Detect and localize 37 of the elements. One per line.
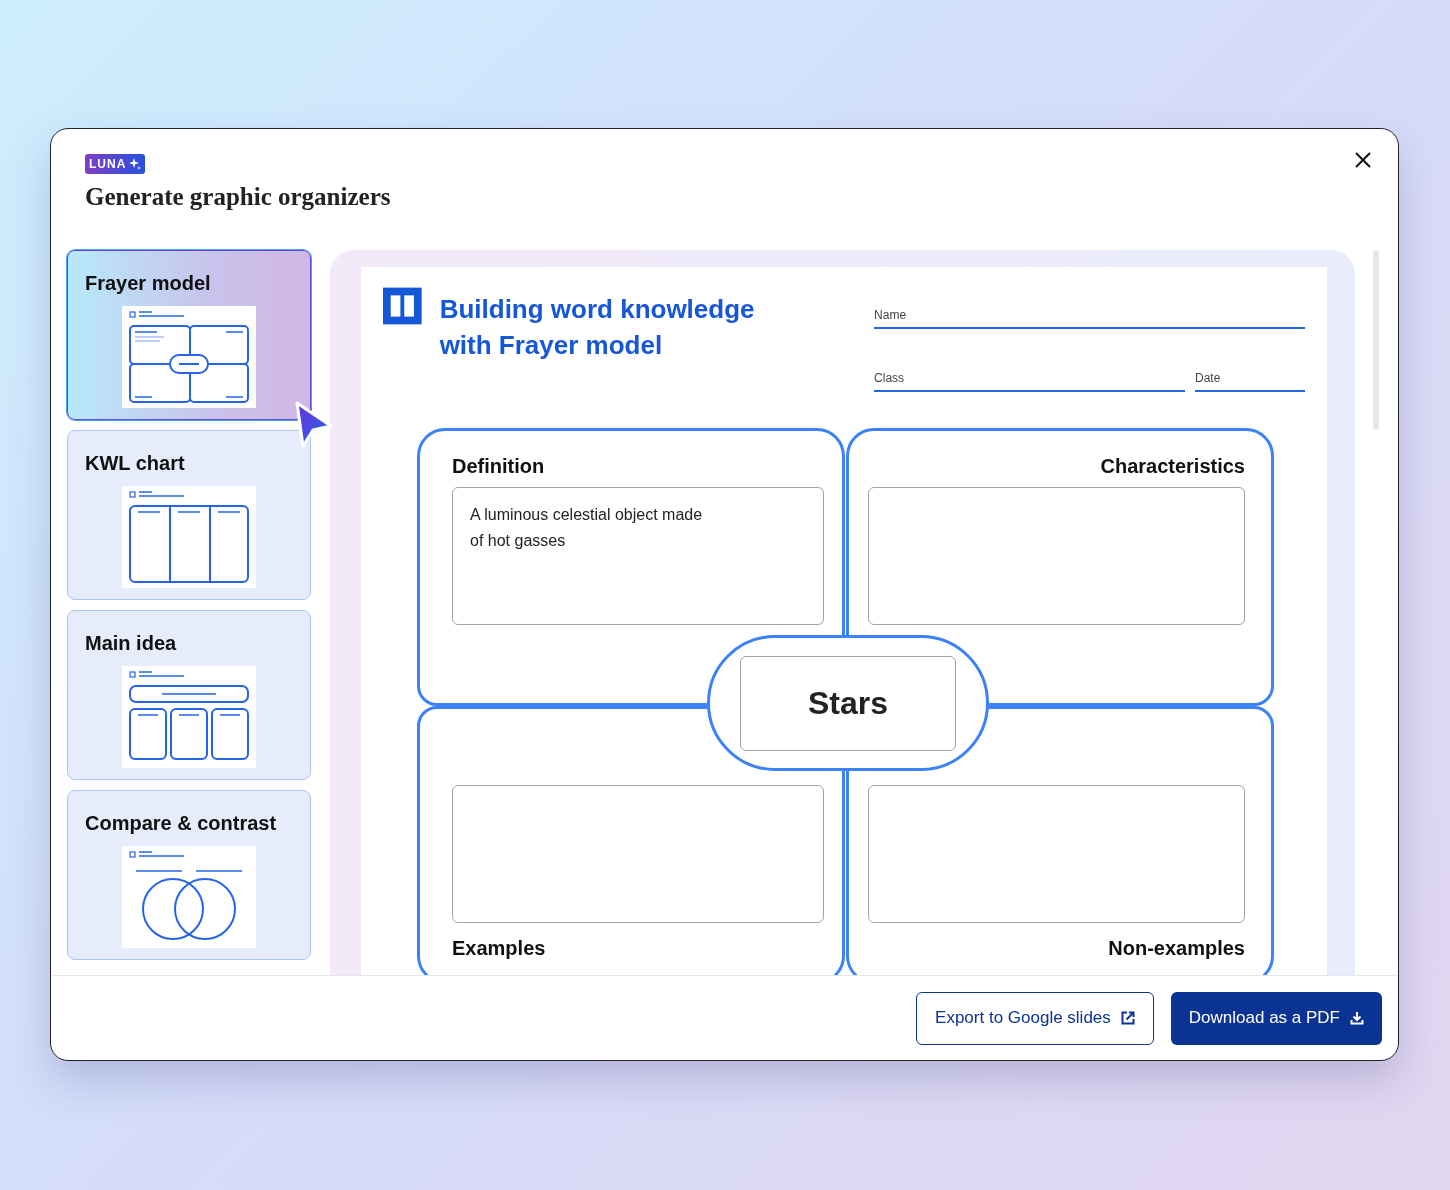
answer-box[interactable] — [452, 785, 824, 923]
book-logo-icon — [383, 287, 422, 325]
card-title: Frayer model — [85, 271, 211, 296]
close-icon — [1354, 151, 1372, 169]
answer-box[interactable] — [868, 487, 1245, 625]
quadrant-label: Examples — [452, 936, 546, 961]
name-line[interactable]: Name — [874, 302, 1305, 329]
card-title: KWL chart — [85, 451, 185, 476]
external-link-icon — [1120, 1011, 1135, 1025]
field-label: Name — [874, 308, 907, 322]
sparkle-icon — [129, 158, 142, 170]
quadrant-label: Characteristics — [1100, 454, 1245, 479]
organizer-card[interactable]: Main idea — [67, 610, 311, 780]
answer-box[interactable] — [868, 785, 1245, 923]
quadrant-label: Definition — [452, 454, 545, 479]
quadrant-label: Non-examples — [1108, 936, 1245, 961]
field-label: Class — [874, 371, 905, 385]
center-word: Stars — [807, 684, 888, 723]
card-title: Compare & contrast — [85, 811, 277, 836]
organizer-card[interactable]: Frayer model — [67, 250, 311, 420]
dialog-title: Generate graphic organizers — [85, 182, 391, 212]
organizer-card[interactable]: KWL chart — [67, 430, 311, 600]
answer-box[interactable]: A luminous celestial object made of hot gasses — [452, 487, 824, 625]
class-line[interactable]: Class — [874, 365, 1185, 392]
export-slides-button[interactable]: Export to Google slides — [916, 991, 1154, 1045]
download-pdf-button[interactable]: Download as a PDF — [1170, 991, 1382, 1045]
card-title: Main idea — [85, 631, 177, 656]
download-icon — [1350, 1011, 1364, 1025]
field-label: Date — [1195, 371, 1221, 385]
scrollbar-thumb[interactable] — [1373, 250, 1379, 430]
luna-badge: LUNA — [85, 154, 146, 174]
worksheet-title: Building word knowledge with Frayer model — [439, 293, 756, 362]
organizer-card[interactable]: Compare & contrast — [67, 790, 311, 960]
definition-answer: A luminous celestial object made of hot gasses — [470, 505, 704, 551]
date-line[interactable]: Date — [1195, 365, 1305, 392]
cursor-arrow-icon — [293, 400, 335, 450]
word-box[interactable]: Stars — [740, 655, 956, 751]
